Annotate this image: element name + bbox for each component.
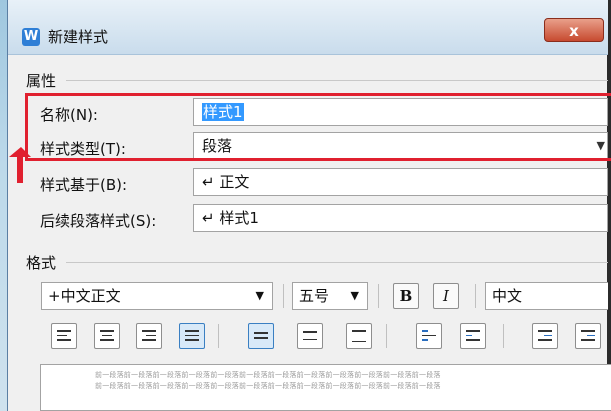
increase-paragraph-spacing-button[interactable]	[416, 323, 442, 349]
next-style-select[interactable]: ↵ 样式1	[193, 204, 608, 232]
toolbar-separator	[378, 284, 379, 308]
toolbar-separator	[283, 284, 284, 308]
single-spacing-button[interactable]	[248, 323, 274, 349]
new-style-dialog: W 新建样式 x 属性 名称(N): 样式1 样式类型(T): 段落 ▼ 样式基…	[7, 0, 608, 411]
close-button[interactable]: x	[544, 18, 604, 42]
chevron-down-icon: ▼	[255, 289, 264, 302]
based-on-value: ↵ 正文	[202, 173, 250, 191]
title-bar[interactable]: W 新建样式 x	[8, 0, 608, 55]
toolbar-separator	[503, 324, 504, 348]
font-select[interactable]: +中文正文 ▼	[41, 282, 273, 310]
toolbar-separator	[386, 324, 387, 348]
font-value: +中文正文	[48, 287, 121, 305]
align-left-button[interactable]	[51, 323, 77, 349]
font-size-select[interactable]: 五号 ▼	[292, 282, 368, 310]
preview-line: 前一段落前一段落前一段落前一段落前一段落前一段落前一段落前一段落前一段落前一段落…	[95, 382, 441, 390]
based-on-label: 样式基于(B):	[40, 176, 128, 194]
decrease-indent-button[interactable]	[532, 323, 558, 349]
italic-button[interactable]: I	[433, 283, 459, 309]
align-justify-button[interactable]	[179, 323, 205, 349]
script-select[interactable]: 中文	[485, 282, 608, 310]
toolbar-separator	[475, 284, 476, 308]
align-right-button[interactable]	[136, 323, 162, 349]
chevron-down-icon: ▼	[350, 289, 359, 302]
format-heading: 格式	[26, 254, 57, 272]
preview-line: 前一段落前一段落前一段落前一段落前一段落前一段落前一段落前一段落前一段落前一段落…	[95, 371, 441, 379]
one-half-spacing-button[interactable]	[297, 323, 323, 349]
font-size-value: 五号	[299, 287, 330, 305]
wps-writer-icon: W	[22, 28, 40, 46]
next-style-value: ↵ 样式1	[202, 209, 259, 227]
align-center-button[interactable]	[94, 323, 120, 349]
toolbar-separator	[218, 324, 219, 348]
highlight-annotation-box	[25, 93, 611, 161]
bold-button[interactable]: B	[393, 283, 419, 309]
red-arrow-annotation	[9, 147, 31, 183]
properties-separator	[66, 80, 608, 81]
format-separator	[66, 262, 608, 263]
properties-heading: 属性	[26, 72, 57, 90]
double-spacing-button[interactable]	[346, 323, 372, 349]
script-value: 中文	[492, 287, 523, 305]
next-style-label: 后续段落样式(S):	[40, 212, 157, 230]
increase-indent-button[interactable]	[575, 323, 601, 349]
dialog-title: 新建样式	[48, 28, 109, 46]
based-on-select[interactable]: ↵ 正文	[193, 168, 608, 196]
decrease-paragraph-spacing-button[interactable]	[460, 323, 486, 349]
